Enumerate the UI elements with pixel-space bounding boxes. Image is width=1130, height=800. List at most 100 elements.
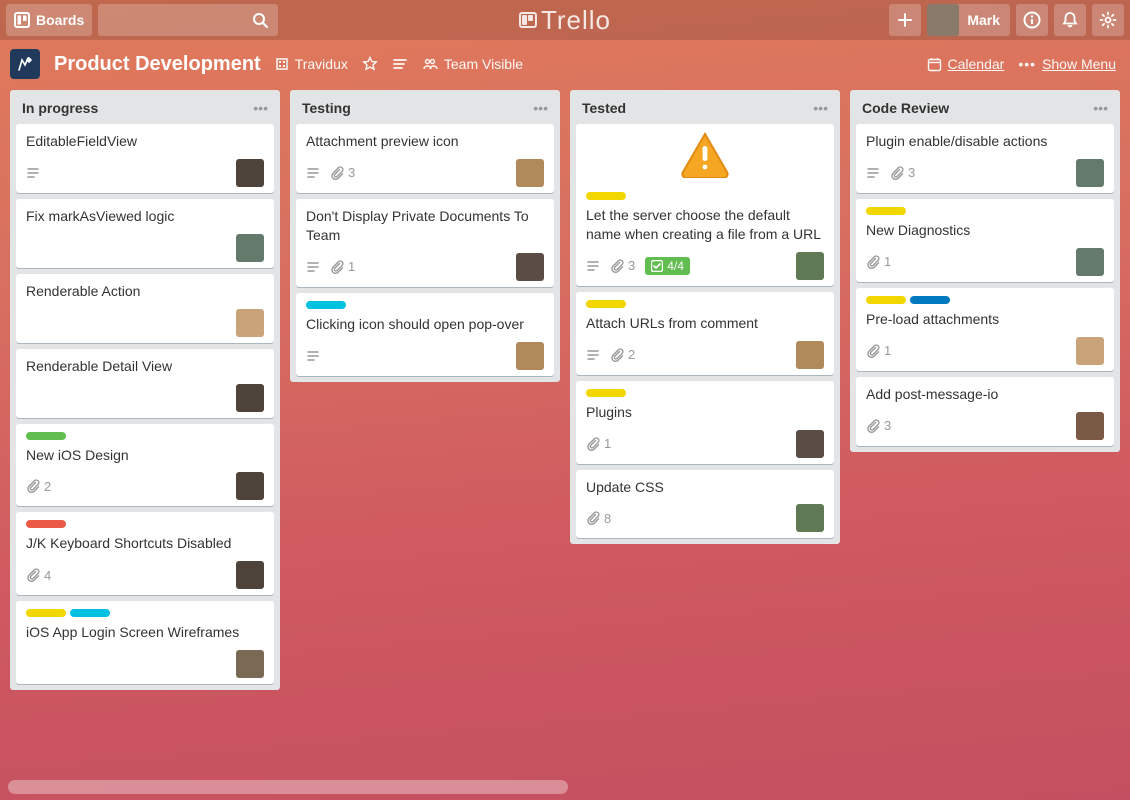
label-yellow[interactable] (586, 300, 626, 308)
member-avatar[interactable] (1076, 248, 1104, 276)
label-yellow[interactable] (866, 296, 906, 304)
card-title: Attach URLs from comment (586, 314, 824, 333)
search-input[interactable] (98, 4, 278, 36)
member-avatar[interactable] (236, 472, 264, 500)
card[interactable]: New iOS Design2 (16, 424, 274, 507)
card-meta: 2 (586, 341, 824, 369)
show-menu-link[interactable]: ••• Show Menu (1018, 56, 1116, 72)
checklist-icon (651, 260, 663, 272)
topbar: Boards Trello Mark (0, 0, 1130, 40)
member-avatar[interactable] (1076, 412, 1104, 440)
add-button[interactable] (889, 4, 921, 36)
member-avatar[interactable] (796, 504, 824, 532)
boards-button[interactable]: Boards (6, 4, 92, 36)
member-avatar[interactable] (236, 234, 264, 262)
horizontal-scrollbar[interactable] (8, 780, 568, 794)
member-avatar[interactable] (236, 159, 264, 187)
card[interactable]: Clicking icon should open pop-over (296, 293, 554, 376)
card-description-badge (866, 166, 880, 180)
card[interactable]: Fix markAsViewed logic (16, 199, 274, 268)
card[interactable]: Attachment preview icon3 (296, 124, 554, 193)
member-avatar[interactable] (236, 650, 264, 678)
list-menu-button[interactable]: ••• (813, 100, 828, 116)
member-avatar[interactable] (516, 253, 544, 281)
list-menu-button[interactable]: ••• (1093, 100, 1108, 116)
card-attachments-badge: 3 (890, 164, 915, 182)
team-name: Travidux (295, 56, 348, 72)
board-canvas[interactable]: In progress ••• EditableFieldView Fix mar… (0, 84, 1130, 800)
board-header: Product Development Travidux Team Visibl… (0, 40, 1130, 84)
member-avatar[interactable] (796, 252, 824, 280)
card[interactable]: Let the server choose the default name w… (576, 124, 834, 286)
notifications-button[interactable] (1054, 4, 1086, 36)
logo[interactable]: Trello (519, 5, 611, 36)
card-title: EditableFieldView (26, 132, 264, 151)
board-title[interactable]: Product Development (54, 53, 261, 76)
card-description-badge (306, 349, 320, 363)
card[interactable]: Plugins1 (576, 381, 834, 464)
member-avatar[interactable] (796, 430, 824, 458)
list-title[interactable]: Testing (302, 100, 351, 116)
member-avatar[interactable] (796, 341, 824, 369)
list-title[interactable]: Tested (582, 100, 626, 116)
label-cyan[interactable] (306, 301, 346, 309)
board-menu-icon-button[interactable] (392, 56, 408, 72)
people-icon (422, 56, 438, 72)
card[interactable]: Plugin enable/disable actions 3 (856, 124, 1114, 193)
member-avatar[interactable] (516, 342, 544, 370)
member-avatar[interactable] (236, 384, 264, 412)
card[interactable]: Add post-message-io 3 (856, 377, 1114, 446)
star-button[interactable] (362, 56, 378, 72)
card-description-badge (26, 166, 40, 180)
info-icon (1023, 11, 1041, 29)
member-avatar[interactable] (1076, 337, 1104, 365)
card-attachments-badge: 1 (586, 435, 611, 453)
calendar-link[interactable]: Calendar (927, 56, 1005, 72)
calendar-label: Calendar (948, 56, 1005, 72)
list-title[interactable]: Code Review (862, 100, 949, 116)
label-yellow[interactable] (866, 207, 906, 215)
list-menu-button[interactable]: ••• (253, 100, 268, 116)
member-avatar[interactable] (236, 561, 264, 589)
card[interactable]: iOS App Login Screen Wireframes (16, 601, 274, 684)
label-orange[interactable] (26, 520, 66, 528)
card-title: Attachment preview icon (306, 132, 544, 151)
card[interactable]: Renderable Action (16, 274, 274, 343)
card[interactable]: Don't Display Private Documents To Team1 (296, 199, 554, 287)
label-yellow[interactable] (586, 192, 626, 200)
card-meta: 3 (866, 412, 1104, 440)
card-meta (26, 650, 264, 678)
member-avatar[interactable] (516, 159, 544, 187)
bell-icon (1061, 11, 1079, 29)
label-yellow[interactable] (586, 389, 626, 397)
user-menu[interactable]: Mark (927, 4, 1010, 36)
label-yellow[interactable] (26, 609, 66, 617)
card[interactable]: New Diagnostics1 (856, 199, 1114, 282)
settings-button[interactable] (1092, 4, 1124, 36)
card-title: Plugin enable/disable actions (866, 132, 1104, 151)
member-avatar[interactable] (236, 309, 264, 337)
card-description-badge (586, 348, 600, 362)
card[interactable]: Pre-load attachments1 (856, 288, 1114, 371)
card-meta: 4 (26, 561, 264, 589)
member-avatar[interactable] (1076, 159, 1104, 187)
card[interactable]: J/K Keyboard Shortcuts Disabled4 (16, 512, 274, 595)
info-button[interactable] (1016, 4, 1048, 36)
card-meta: 1 (306, 253, 544, 281)
card-title: Fix markAsViewed logic (26, 207, 264, 226)
label-green[interactable] (26, 432, 66, 440)
list-menu-button[interactable]: ••• (533, 100, 548, 116)
card-title: iOS App Login Screen Wireframes (26, 623, 264, 642)
list-title[interactable]: In progress (22, 100, 98, 116)
team-link[interactable]: Travidux (275, 56, 348, 72)
visibility-button[interactable]: Team Visible (422, 56, 523, 72)
card-title: Add post-message-io (866, 385, 1104, 404)
label-blue[interactable] (910, 296, 950, 304)
card[interactable]: Renderable Detail View (16, 349, 274, 418)
card[interactable]: EditableFieldView (16, 124, 274, 193)
label-cyan[interactable] (70, 609, 110, 617)
card[interactable]: Attach URLs from comment 2 (576, 292, 834, 375)
attachment-icon (610, 348, 624, 362)
card-meta (26, 234, 264, 262)
card[interactable]: Update CSS8 (576, 470, 834, 539)
